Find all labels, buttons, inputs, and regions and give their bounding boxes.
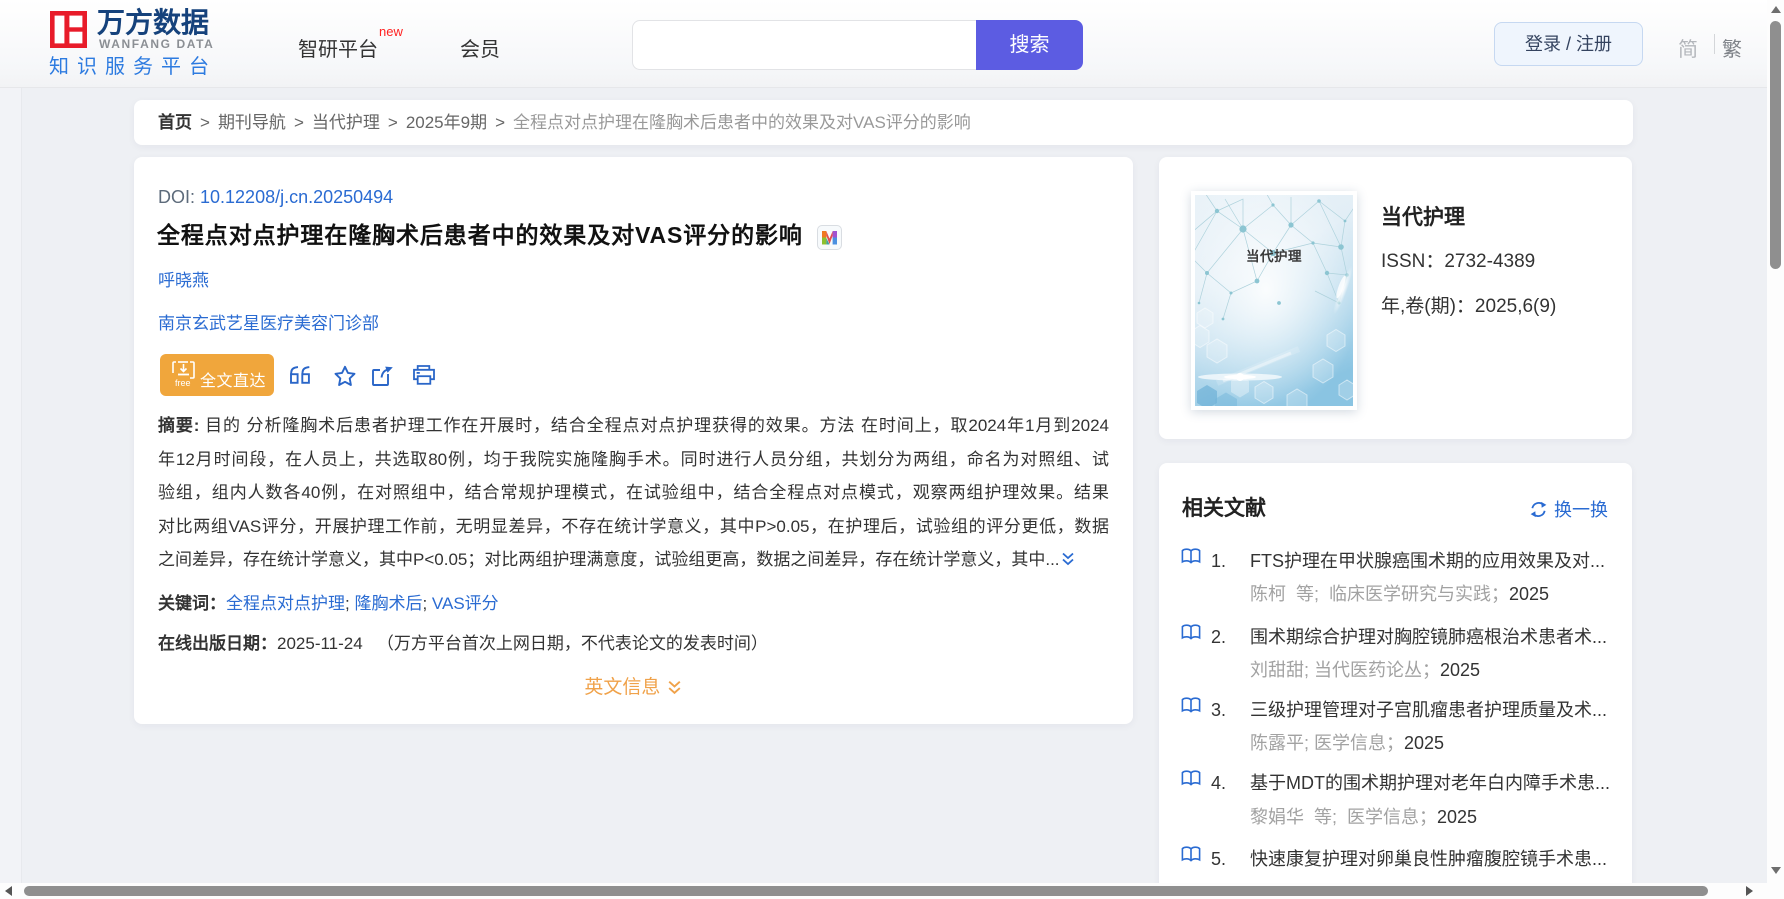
svg-text:当代护理: 当代护理: [1246, 248, 1302, 264]
svg-text:free: free: [175, 378, 191, 388]
